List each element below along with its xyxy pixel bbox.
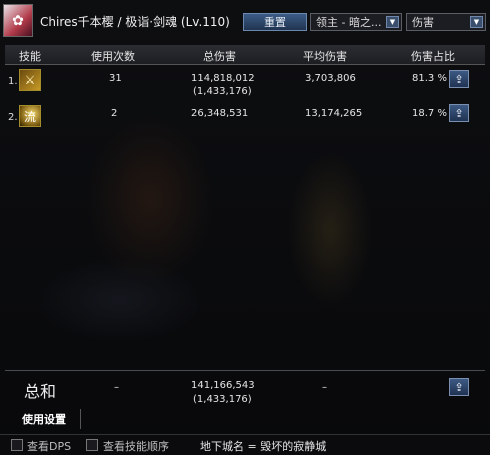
summary-average-damage: – [322,382,327,393]
flow-skill-icon: 流 [19,105,41,127]
chevron-down-icon: ▼ [470,16,483,28]
table-row[interactable]: 2. 流 2 26,348,531 13,174,265 18.7 % ⇪ [5,102,485,136]
average-damage-value: 13,174,265 [305,108,363,119]
row-index: 1. [8,76,18,87]
window-header: ✿ Chires千本樱 / 极诣·剑魂 (Lv.110) 重置 领主 - 暗之.… [0,0,490,42]
summary-uses: – [114,382,119,393]
uses-value: 31 [109,73,122,84]
table-row[interactable]: 1. ⚔ 31 114,818,012 (1,433,176) 3,703,80… [5,66,485,100]
crossed-swords-skill-icon: ⚔ [19,69,41,91]
average-damage-value: 3,703,806 [305,73,356,84]
usage-settings-tab[interactable]: 使用设置 [8,409,81,429]
character-avatar: ✿ [3,4,33,37]
column-total-damage[interactable]: 总伤害 [203,48,236,64]
column-average-damage[interactable]: 平均伤害 [303,48,347,64]
damage-share-value: 81.3 % [412,73,447,84]
view-dps-label: 查看DPS [27,440,72,453]
total-damage-value: 26,348,531 [191,108,249,119]
damage-share-value: 18.7 % [412,108,447,119]
summary-divider [5,370,485,371]
footer-bar: 查看DPS 查看技能顺序 地下城名 = 毁坏的寂静城 [0,434,490,455]
metric-select[interactable]: 伤害 ▼ [406,13,486,31]
summary-total-damage: 141,166,543 [191,380,255,391]
total-damage-value: 114,818,012 [191,73,255,84]
table-header: 技能 使用次数 总伤害 平均伤害 伤害占比 [5,45,485,65]
column-skill[interactable]: 技能 [19,48,41,64]
reset-button[interactable]: 重置 [243,13,307,31]
summary-label: 总和 [24,382,57,401]
target-select[interactable]: 领主 - 暗之... ▼ [310,13,402,31]
row-index: 2. [8,112,18,123]
view-skill-order-label: 查看技能顺序 [103,440,169,453]
metric-select-value: 伤害 [412,16,434,29]
view-dps-checkbox[interactable] [11,439,23,451]
column-damage-share[interactable]: 伤害占比 [411,48,455,64]
chevron-down-icon: ▼ [386,16,399,28]
window-title: Chires千本樱 / 极诣·剑魂 (Lv.110) [40,15,230,29]
share-icon[interactable]: ⇪ [449,378,469,396]
summary-total-damage-sub: (1,433,176) [193,394,252,405]
dungeon-name: 地下城名 = 毁坏的寂静城 [200,440,327,453]
share-icon[interactable]: ⇪ [449,70,469,88]
target-select-value: 领主 - 暗之... [316,16,382,29]
total-damage-sub-value: (1,433,176) [193,86,252,97]
view-skill-order-checkbox[interactable] [86,439,98,451]
uses-value: 2 [111,108,118,119]
column-uses[interactable]: 使用次数 [91,48,135,64]
share-icon[interactable]: ⇪ [449,104,469,122]
